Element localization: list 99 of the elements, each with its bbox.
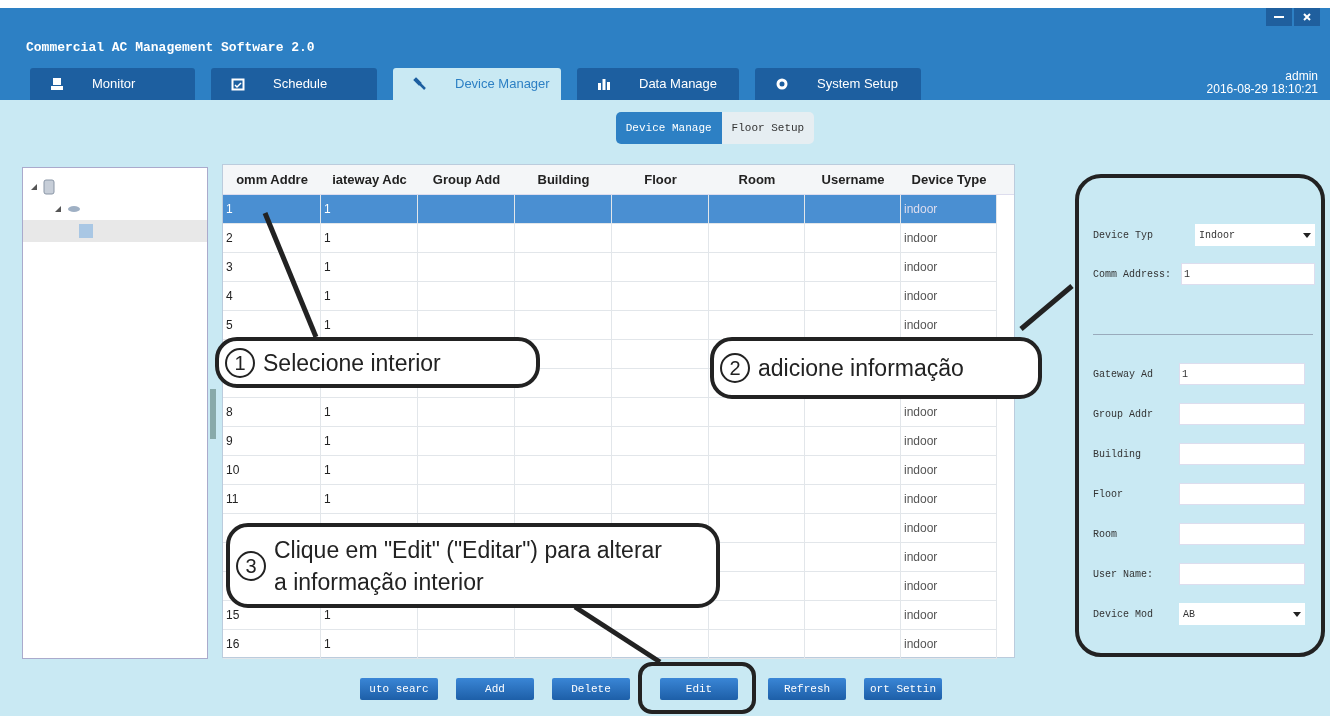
table-cell-text: 1 — [324, 607, 331, 624]
input-field[interactable] — [1179, 443, 1305, 465]
table-cell-text: indoor — [904, 578, 938, 595]
table-cell-text: 2 — [226, 230, 233, 247]
field-label: Room — [1093, 527, 1118, 542]
table-cell-text: 1 — [324, 230, 331, 247]
close-icon[interactable] — [1294, 8, 1320, 26]
dropdown-arrow-icon — [1293, 611, 1301, 617]
action-button[interactable]: Refresh — [768, 678, 846, 700]
column-header[interactable]: iateway Adc — [321, 165, 418, 194]
table-cell-text: indoor — [904, 433, 938, 450]
input-field[interactable] — [1179, 483, 1305, 505]
table-cell-text: 1 — [324, 636, 331, 653]
table-cell-text: indoor — [904, 404, 938, 421]
device-icon — [79, 224, 93, 238]
expand-toggle-icon[interactable] — [31, 184, 37, 190]
table-cell-text: 11 — [226, 491, 239, 508]
field-label: Floor — [1093, 487, 1124, 502]
table-cell-text: indoor — [904, 230, 938, 247]
minimize-icon[interactable] — [1266, 8, 1292, 26]
table-cell-text: 9 — [226, 433, 233, 450]
column-header[interactable]: Building — [515, 165, 612, 194]
field-label: Comm Address: — [1093, 267, 1172, 282]
field-label: Gateway Ad — [1093, 367, 1154, 382]
tab[interactable]: Schedule — [211, 68, 377, 100]
table-cell-text: 1 — [324, 317, 331, 334]
table-cell-text: 1 — [324, 259, 331, 276]
callout-text: Selecione interior — [263, 348, 441, 378]
callout-text: adicione informação — [758, 354, 964, 383]
gear-icon — [775, 77, 789, 91]
table-cell-text: indoor — [904, 259, 938, 276]
dropdown[interactable]: AB — [1179, 603, 1305, 625]
field-label: Building — [1093, 447, 1142, 462]
column-header[interactable]: Floor — [612, 165, 709, 194]
wrench-icon — [413, 77, 427, 91]
server-icon — [43, 179, 55, 195]
tab[interactable]: System Setup — [755, 68, 921, 100]
bar-chart-icon — [597, 77, 611, 91]
input-field[interactable] — [1179, 523, 1305, 545]
leader-line — [1019, 284, 1074, 331]
node-icon — [67, 205, 81, 213]
table-cell-text: 15 — [226, 607, 240, 624]
input-field[interactable] — [1179, 563, 1305, 585]
table-cell-text: indoor — [904, 520, 938, 537]
column-header[interactable]: Device Type — [901, 165, 997, 194]
field-label: User Name: — [1093, 567, 1154, 582]
table-cell-text: indoor — [904, 607, 938, 624]
input-field[interactable] — [1179, 403, 1305, 425]
table-cell-text: 1 — [324, 404, 331, 421]
table-cell-text: 1 — [324, 491, 331, 508]
dropdown[interactable]: Indoor — [1195, 224, 1315, 246]
table-cell-text: indoor — [904, 201, 938, 218]
input-field[interactable]: 1 — [1181, 263, 1315, 285]
sub-tab[interactable]: Device Manage — [615, 112, 722, 144]
step-number: 3 — [236, 550, 266, 581]
action-button[interactable]: ort Settin — [864, 678, 942, 700]
step-number: 2 — [720, 353, 750, 383]
expand-toggle-icon[interactable] — [55, 206, 61, 212]
table-cell-text: indoor — [904, 549, 938, 566]
table-cell-text: 1 — [324, 201, 331, 218]
splitter-handle[interactable] — [210, 389, 216, 439]
field-label: Device Mod — [1093, 607, 1154, 622]
table-cell-text: indoor — [904, 462, 938, 479]
table-cell-text: 4 — [226, 288, 233, 305]
column-header[interactable]: omm Addre — [223, 165, 321, 194]
table-cell-text: 3 — [226, 259, 233, 276]
sub-tab[interactable]: Floor Setup — [721, 112, 815, 144]
dropdown-arrow-icon — [1303, 232, 1311, 238]
action-button[interactable]: Add — [456, 678, 534, 700]
column-header[interactable]: Room — [709, 165, 805, 194]
date-time: 2016-08-29 18:10:21 — [1206, 83, 1318, 96]
table-cell-text: 1 — [226, 201, 233, 218]
action-button[interactable]: uto searc — [360, 678, 438, 700]
window-title: Commercial AC Management Software 2.0 — [26, 39, 315, 57]
table-cell-text: 16 — [226, 636, 240, 653]
monitor-icon — [50, 77, 64, 91]
field-label: Device Typ — [1093, 228, 1154, 243]
table-cell-text: 1 — [324, 288, 331, 305]
column-header[interactable]: Username — [805, 165, 901, 194]
callout-text: Clique em "Edit" ("Editar") para alterar a informação interior — [274, 535, 664, 597]
tab[interactable]: Monitor — [30, 68, 195, 100]
table-cell-text: 1 — [324, 433, 331, 450]
field-label: Group Addr — [1093, 407, 1154, 422]
calendar-icon — [231, 77, 245, 91]
table-cell-text: 8 — [226, 404, 233, 421]
column-header[interactable]: Group Add — [418, 165, 515, 194]
table-cell-text: 1 — [324, 462, 331, 479]
table-cell-text: indoor — [904, 491, 938, 508]
table-cell-text: indoor — [904, 317, 938, 334]
user-name: admin — [1285, 70, 1318, 83]
table-cell-text: indoor — [904, 636, 938, 653]
table-cell-text: 10 — [226, 462, 240, 479]
input-field[interactable]: 1 — [1179, 363, 1305, 385]
table-cell-text: indoor — [904, 288, 938, 305]
table-cell-text: 5 — [226, 317, 233, 334]
step-number: 1 — [225, 347, 255, 378]
action-button[interactable]: Delete — [552, 678, 630, 700]
tab[interactable]: Data Manage — [577, 68, 739, 100]
action-button[interactable]: Edit — [660, 678, 738, 700]
